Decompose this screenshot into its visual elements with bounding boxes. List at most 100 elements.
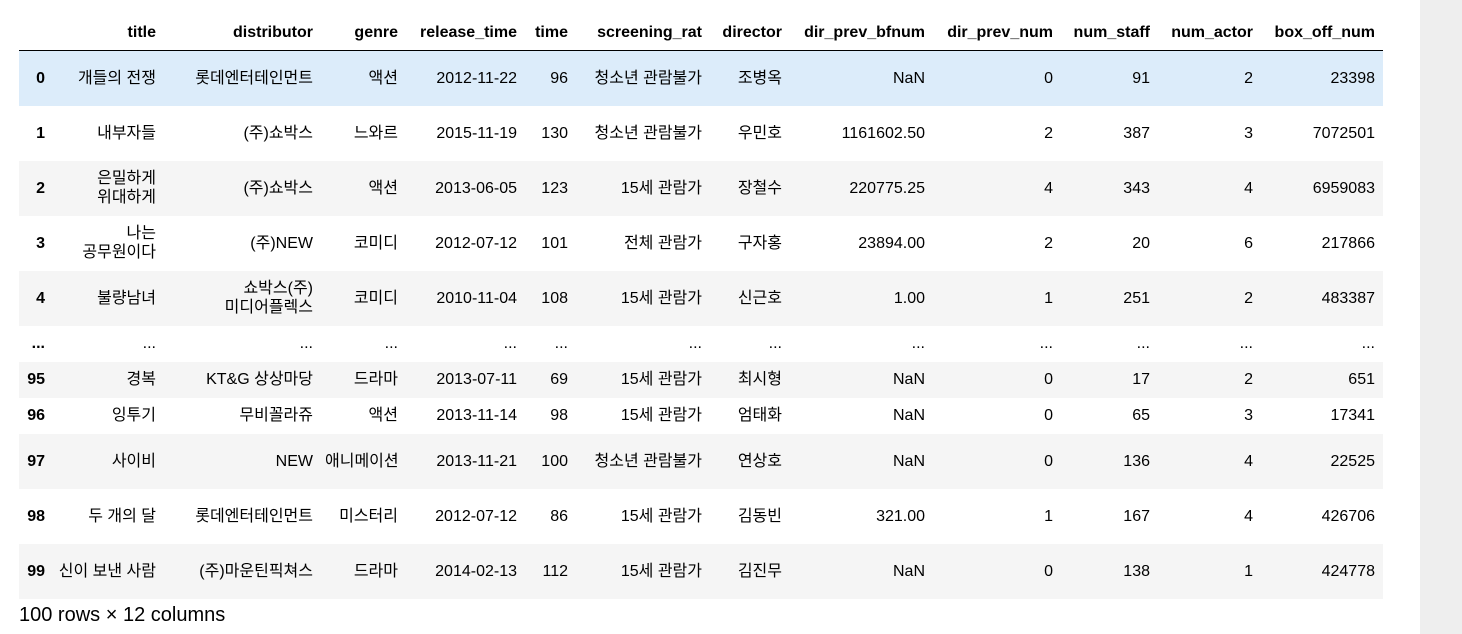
- scrollbar-track[interactable]: [1420, 0, 1462, 634]
- table-cell: 미스터리: [339, 507, 398, 525]
- table-cell: 경복: [126, 371, 156, 388]
- table-cell: 3: [1244, 124, 1253, 142]
- column-header: distributor: [164, 14, 321, 51]
- table-row: 1 내부자들 (주)쇼박스 느와르 2015-11-19 130 청소년 관람불가 우민호 11…: [19, 105, 1383, 161]
- table-cell: (주)마운틴픽쳐스: [199, 562, 313, 580]
- table-cell: 2013-11-21: [436, 452, 517, 470]
- table-cell: 2: [1244, 69, 1253, 87]
- table-cell: 108: [541, 289, 568, 307]
- table-cell: 23894.00: [858, 234, 925, 252]
- column-header: title: [53, 14, 164, 51]
- row-index: 96: [27, 407, 45, 424]
- table-cell: 343: [1123, 179, 1150, 197]
- column-header: dir_prev_num: [933, 14, 1061, 51]
- table-cell: 2015-11-19: [436, 124, 517, 142]
- table-cell: NaN: [892, 371, 925, 388]
- table-cell: 123: [541, 179, 568, 197]
- table-row: 3 나는 공무원이다 (주)NEW 코미디 2012-07-12 101 전체 관람가 구자홍…: [19, 215, 1383, 271]
- table-cell: ...: [299, 335, 313, 352]
- table-cell: 251: [1123, 289, 1150, 307]
- table-cell: 0: [1044, 69, 1053, 87]
- table-cell: 4: [1244, 179, 1253, 197]
- table-cell: 1161602.50: [841, 124, 925, 142]
- table-cell: 구자홍: [737, 234, 782, 252]
- table-cell: 코미디: [353, 234, 398, 252]
- ellipsis-row: .......................................: [19, 325, 1383, 362]
- table-cell: 쇼박스(주)미디어플렉스: [224, 280, 313, 316]
- table-cell: 청소년 관람불가: [594, 69, 703, 87]
- table-row: 97 사이비 NEW 애니메이션 2013-11-21 100 청소년 관람불가 연상호 NaN…: [19, 433, 1383, 489]
- table-cell: 코미디: [353, 289, 398, 307]
- table-cell: 23398: [1330, 69, 1376, 87]
- table-cell: 387: [1123, 124, 1150, 142]
- table-cell: 17341: [1330, 407, 1376, 424]
- table-cell: 장철수: [737, 179, 782, 197]
- column-header: dir_prev_bfnum: [790, 14, 933, 51]
- table-cell: 1: [1044, 289, 1053, 307]
- table-cell: 드라마: [353, 371, 398, 388]
- table-cell: 100: [541, 452, 568, 470]
- table-cell: 101: [541, 234, 568, 252]
- table-cell: NaN: [892, 452, 925, 470]
- table-cell: 2013-11-14: [436, 407, 517, 424]
- table-cell: 2013-07-11: [436, 371, 517, 388]
- table-cell: 액션: [368, 69, 398, 87]
- table-cell: 두 개의 달: [88, 507, 156, 525]
- table-cell: 220775.25: [849, 179, 925, 197]
- row-index: 3: [36, 234, 45, 252]
- dataframe-shape: 100 rows × 12 columns: [19, 604, 226, 626]
- table-cell: ...: [688, 335, 702, 352]
- table-cell: 167: [1123, 507, 1150, 525]
- table-cell: ...: [1039, 335, 1053, 352]
- row-index: ...: [31, 335, 45, 352]
- column-header: screening_rat: [576, 14, 710, 51]
- dataframe-table: title distributor genre release_time time scr…: [19, 14, 1383, 599]
- table-cell: 91: [1132, 69, 1150, 87]
- table-cell: 전체 관람가: [623, 234, 702, 252]
- table-cell: 잉투기: [111, 407, 156, 424]
- column-header: time: [525, 14, 576, 51]
- table-cell: 0: [1044, 371, 1053, 388]
- table-cell: 1.00: [893, 289, 925, 307]
- table-body: 0 개들의 전쟁 롯데엔터테인먼트 액션 2012-11-22 96 청소년 관람불가 조병옥…: [19, 50, 1383, 599]
- table-cell: 액션: [368, 407, 398, 424]
- table-cell: 액션: [368, 179, 398, 197]
- table-cell: 2: [1244, 371, 1253, 388]
- table-cell: ...: [768, 335, 782, 352]
- table-cell: 22525: [1330, 452, 1376, 470]
- table-cell: 신근호: [737, 289, 782, 307]
- table-cell: 애니메이션: [325, 452, 399, 470]
- column-header: num_actor: [1158, 14, 1261, 51]
- table-cell: ...: [1136, 335, 1150, 352]
- dataframe-output: title distributor genre release_time time scr…: [19, 14, 1383, 599]
- table-cell: 20: [1132, 234, 1150, 252]
- table-cell: 2013-06-05: [435, 179, 517, 197]
- table-cell: 신이 보낸 사람: [58, 562, 156, 580]
- table-cell: 1: [1244, 562, 1253, 580]
- column-header: box_off_num: [1261, 14, 1383, 51]
- table-cell: 청소년 관람불가: [594, 124, 703, 142]
- table-cell: (주)NEW: [250, 234, 313, 252]
- table-cell: 2012-07-12: [435, 234, 517, 252]
- table-cell: 15세 관람가: [620, 507, 702, 525]
- table-cell: 651: [1348, 371, 1375, 388]
- table-cell: 연상호: [737, 452, 782, 470]
- table-cell: ...: [384, 335, 398, 352]
- row-index: 2: [36, 179, 45, 197]
- table-cell: 15세 관람가: [620, 179, 702, 197]
- table-cell: 136: [1123, 452, 1150, 470]
- table-cell: 112: [542, 562, 568, 580]
- table-cell: 내부자들: [97, 124, 156, 142]
- table-cell: NaN: [892, 562, 925, 580]
- column-header: director: [710, 14, 790, 51]
- table-cell: 김동빈: [737, 507, 782, 525]
- table-cell: 69: [550, 371, 568, 388]
- table-cell: 130: [541, 124, 568, 142]
- table-row: 96 잉투기 무비꼴라쥬 액션 2013-11-14 98 15세 관람가 엄태화 NaN 0 65…: [19, 397, 1383, 434]
- table-cell: 424778: [1321, 562, 1375, 580]
- table-cell: 김진무: [737, 562, 782, 580]
- table-cell: NaN: [892, 69, 925, 87]
- index-header: [19, 14, 53, 51]
- row-index: 97: [27, 452, 45, 470]
- row-index: 99: [27, 562, 45, 580]
